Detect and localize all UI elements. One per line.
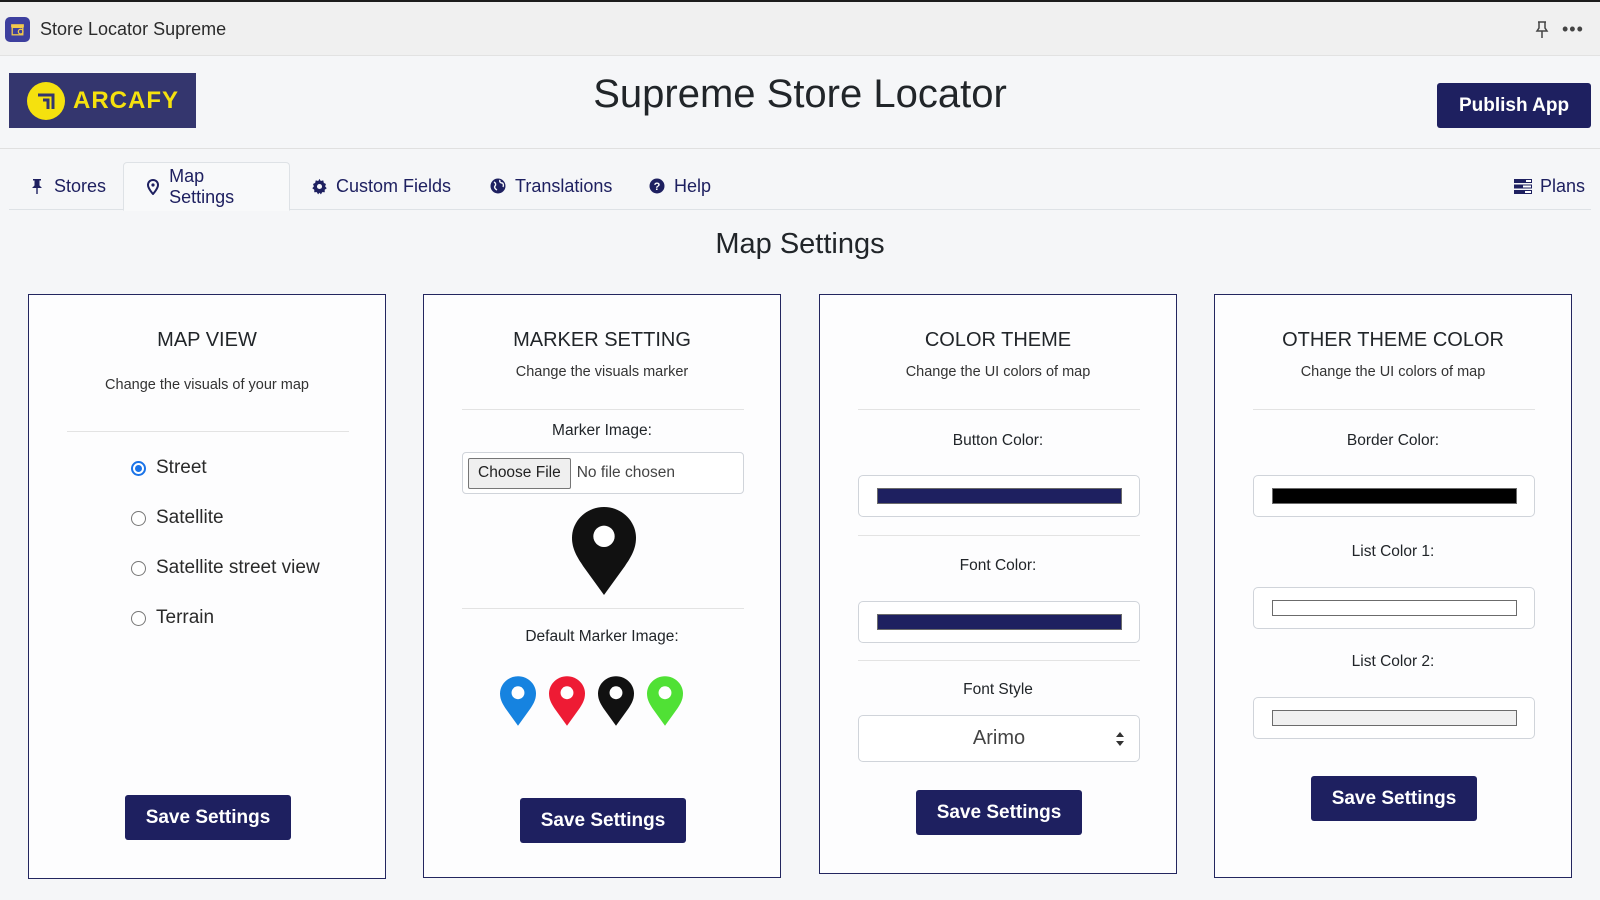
tab-label: Stores: [54, 175, 107, 196]
tab-label: Plans: [1540, 175, 1586, 196]
svg-text:?: ?: [654, 181, 661, 193]
tab-map-settings[interactable]: Map Settings: [123, 162, 290, 211]
marker-image-label: Marker Image:: [552, 422, 652, 439]
card-subtitle: Change the UI colors of map: [905, 364, 1091, 380]
publish-app-button[interactable]: Publish App: [1437, 83, 1591, 128]
tab-label: Custom Fields: [336, 175, 452, 196]
pin-window-icon[interactable]: [1534, 20, 1550, 40]
radio-button[interactable]: [131, 460, 146, 476]
font-color-swatch: [877, 614, 1122, 630]
tab-translations[interactable]: Translations: [489, 162, 612, 210]
border-color-picker[interactable]: [1253, 475, 1535, 517]
divider: [1253, 409, 1535, 410]
tab-stores[interactable]: Stores: [28, 162, 106, 210]
border-color-swatch: [1272, 488, 1517, 504]
save-settings-button[interactable]: Save Settings: [520, 798, 686, 843]
card-title: MARKER SETTING: [513, 329, 691, 351]
font-style-value: Arimo: [972, 727, 1026, 749]
map-view-card: MAP VIEW Change the visuals of your map …: [28, 294, 386, 879]
section-title: Map Settings: [715, 228, 885, 260]
radio-button[interactable]: [131, 610, 146, 626]
card-subtitle: Change the visuals of your map: [105, 377, 309, 393]
card-title: OTHER THEME COLOR: [1282, 329, 1504, 351]
divider: [462, 409, 744, 410]
list-color-1-picker[interactable]: [1253, 587, 1535, 629]
thumbtack-icon: [28, 177, 46, 195]
font-style-label: Font Style: [963, 681, 1033, 698]
other-theme-color-card: OTHER THEME COLOR Change the UI colors o…: [1214, 294, 1572, 878]
header-divider: [0, 148, 1600, 149]
divider: [67, 431, 349, 432]
radio-button[interactable]: [131, 560, 146, 576]
radio-label: Satellite: [156, 507, 224, 528]
default-marker-blue-icon[interactable]: [500, 676, 536, 726]
radio-terrain[interactable]: Terrain: [131, 607, 214, 629]
list-color-1-swatch: [1272, 600, 1517, 616]
radio-satellite[interactable]: Satellite: [131, 507, 224, 529]
save-settings-button[interactable]: Save Settings: [125, 795, 291, 840]
marker-setting-card: MARKER SETTING Change the visuals marker…: [423, 294, 781, 878]
font-color-label: Font Color:: [959, 557, 1037, 574]
radio-label: Satellite street view: [156, 557, 320, 578]
radio-street[interactable]: Street: [131, 457, 207, 479]
divider: [858, 660, 1140, 661]
card-subtitle: Change the visuals marker: [515, 364, 689, 380]
list-color-2-label: List Color 2:: [1351, 653, 1435, 670]
map-marker-icon: [144, 178, 161, 196]
radio-label: Terrain: [156, 607, 215, 628]
save-settings-button[interactable]: Save Settings: [1311, 776, 1477, 821]
divider: [858, 409, 1140, 410]
color-theme-card: COLOR THEME Change the UI colors of map …: [819, 294, 1177, 874]
divider: [858, 535, 1140, 536]
button-color-swatch: [877, 488, 1122, 504]
select-caret-icon: [1116, 732, 1124, 746]
marker-file-input[interactable]: Choose File No file chosen: [462, 452, 744, 494]
app-icon: [5, 17, 30, 42]
window-title: Store Locator Supreme: [40, 19, 227, 39]
window-titlebar: Store Locator Supreme •••: [0, 2, 1600, 56]
choose-file-button[interactable]: Choose File: [468, 457, 571, 489]
tab-plans[interactable]: Plans: [1514, 162, 1585, 210]
radio-label: Street: [156, 457, 207, 478]
border-color-label: Border Color:: [1346, 432, 1440, 449]
default-marker-red-icon[interactable]: [549, 676, 585, 726]
store-icon: [11, 24, 24, 36]
card-title: COLOR THEME: [924, 329, 1072, 351]
button-color-picker[interactable]: [858, 475, 1140, 517]
radio-satellite-street-view[interactable]: Satellite street view: [131, 557, 320, 579]
card-title: MAP VIEW: [157, 329, 257, 351]
card-subtitle: Change the UI colors of map: [1300, 364, 1486, 380]
divider: [462, 608, 744, 609]
radio-button[interactable]: [131, 510, 146, 526]
font-style-select[interactable]: Arimo: [858, 715, 1140, 762]
default-marker-label: Default Marker Image:: [525, 628, 679, 645]
file-status: No file chosen: [576, 464, 675, 481]
page-title: Supreme Store Locator: [593, 72, 1007, 116]
button-color-label: Button Color:: [952, 432, 1044, 449]
globe-icon: [489, 177, 507, 195]
nav-tabs: Stores Map Settings Custom Fields Transl…: [9, 162, 1591, 211]
tab-label: Translations: [515, 175, 613, 196]
list-color-2-swatch: [1272, 710, 1517, 726]
list-color-2-picker[interactable]: [1253, 697, 1535, 739]
tab-custom-fields[interactable]: Custom Fields: [310, 162, 451, 210]
more-options-icon[interactable]: •••: [1562, 20, 1584, 38]
question-circle-icon: ?: [648, 177, 666, 195]
gear-icon: [310, 177, 328, 195]
font-color-picker[interactable]: [858, 601, 1140, 643]
list-color-1-label: List Color 1:: [1351, 543, 1435, 560]
tab-help[interactable]: ? Help: [648, 162, 711, 210]
save-settings-button[interactable]: Save Settings: [916, 790, 1082, 835]
list-icon: [1514, 177, 1532, 195]
tab-label: Map Settings: [169, 165, 235, 207]
tab-label: Help: [674, 175, 712, 196]
current-marker-icon: [572, 507, 636, 595]
default-marker-black-icon[interactable]: [598, 676, 634, 726]
default-marker-green-icon[interactable]: [647, 676, 683, 726]
